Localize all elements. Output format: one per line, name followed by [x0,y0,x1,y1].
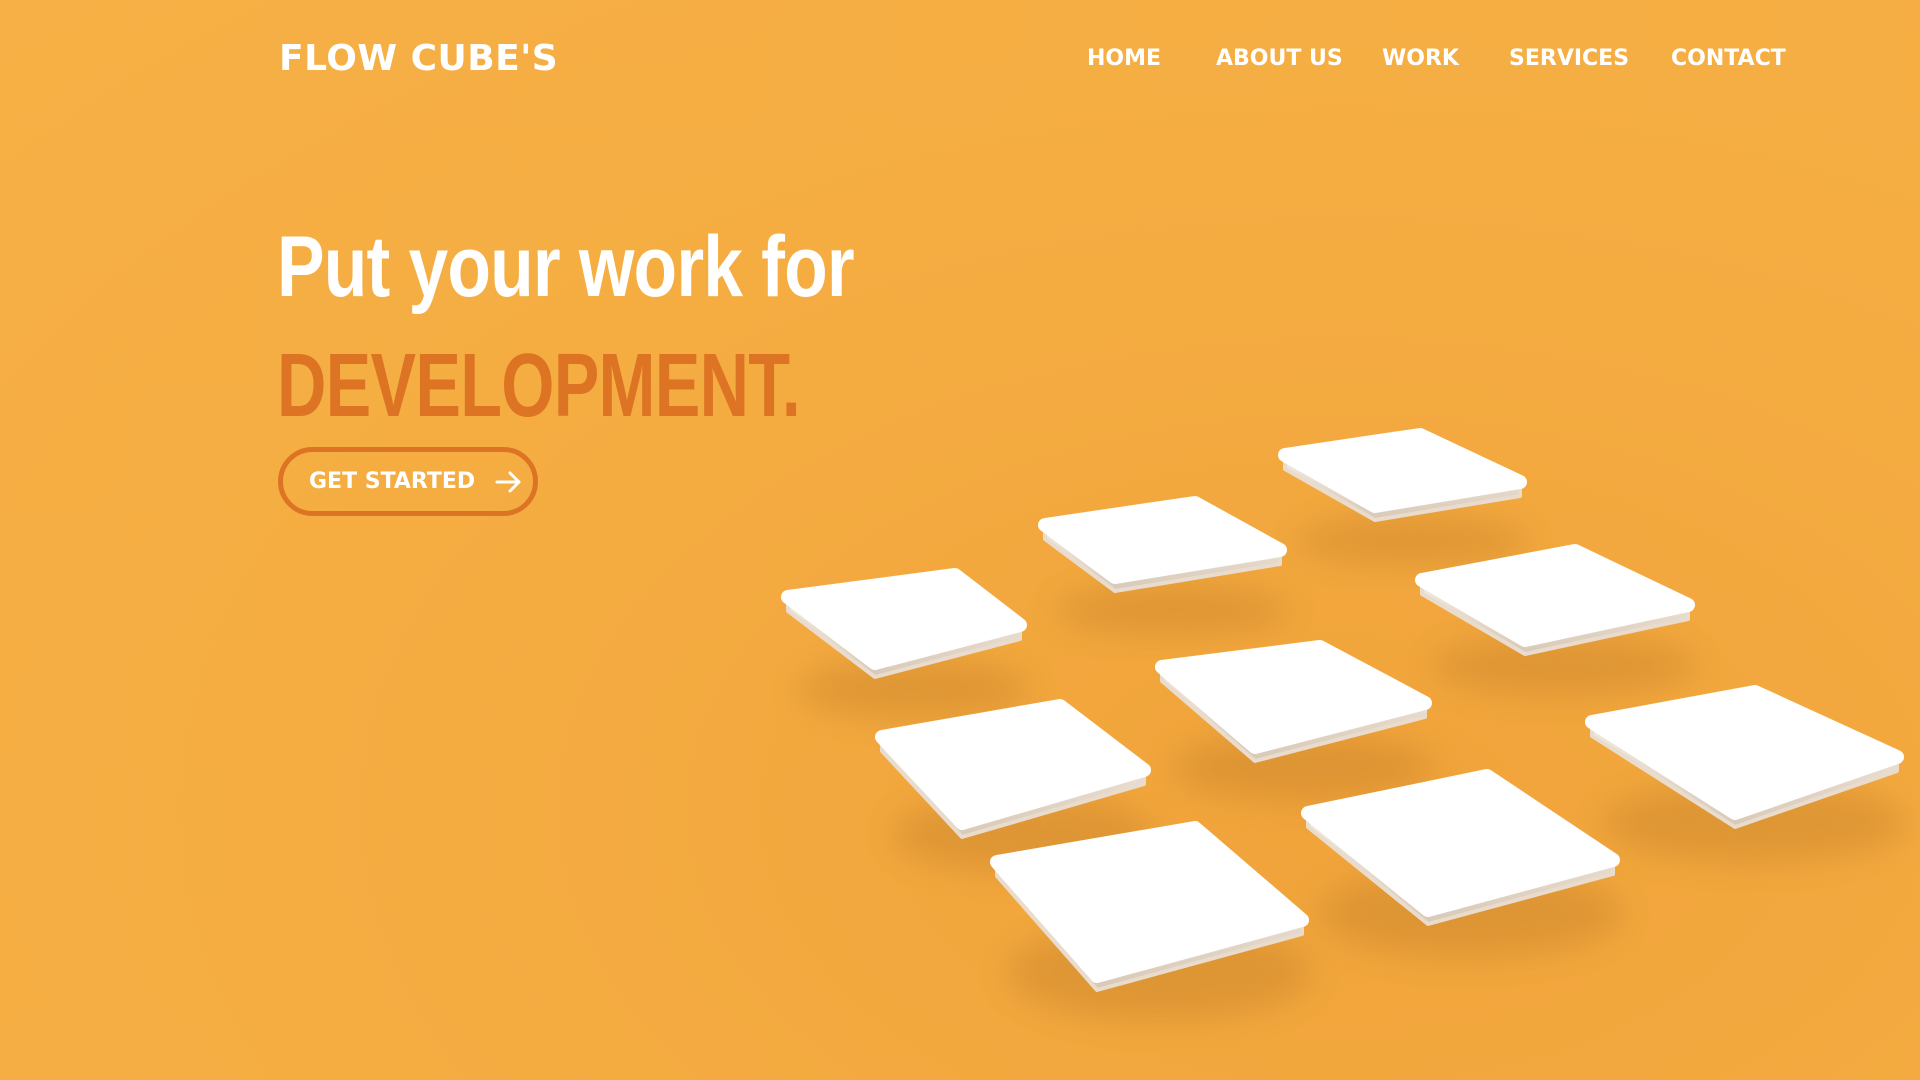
floating-tiles-illustration [781,428,1907,1022]
landing-page: FLOW CUBE'S HOME ABOUT US WORK SERVICES … [0,0,1920,1080]
tile-top [1155,640,1432,754]
tile-shadow [1295,516,1530,565]
tile-shadow [1055,585,1290,635]
